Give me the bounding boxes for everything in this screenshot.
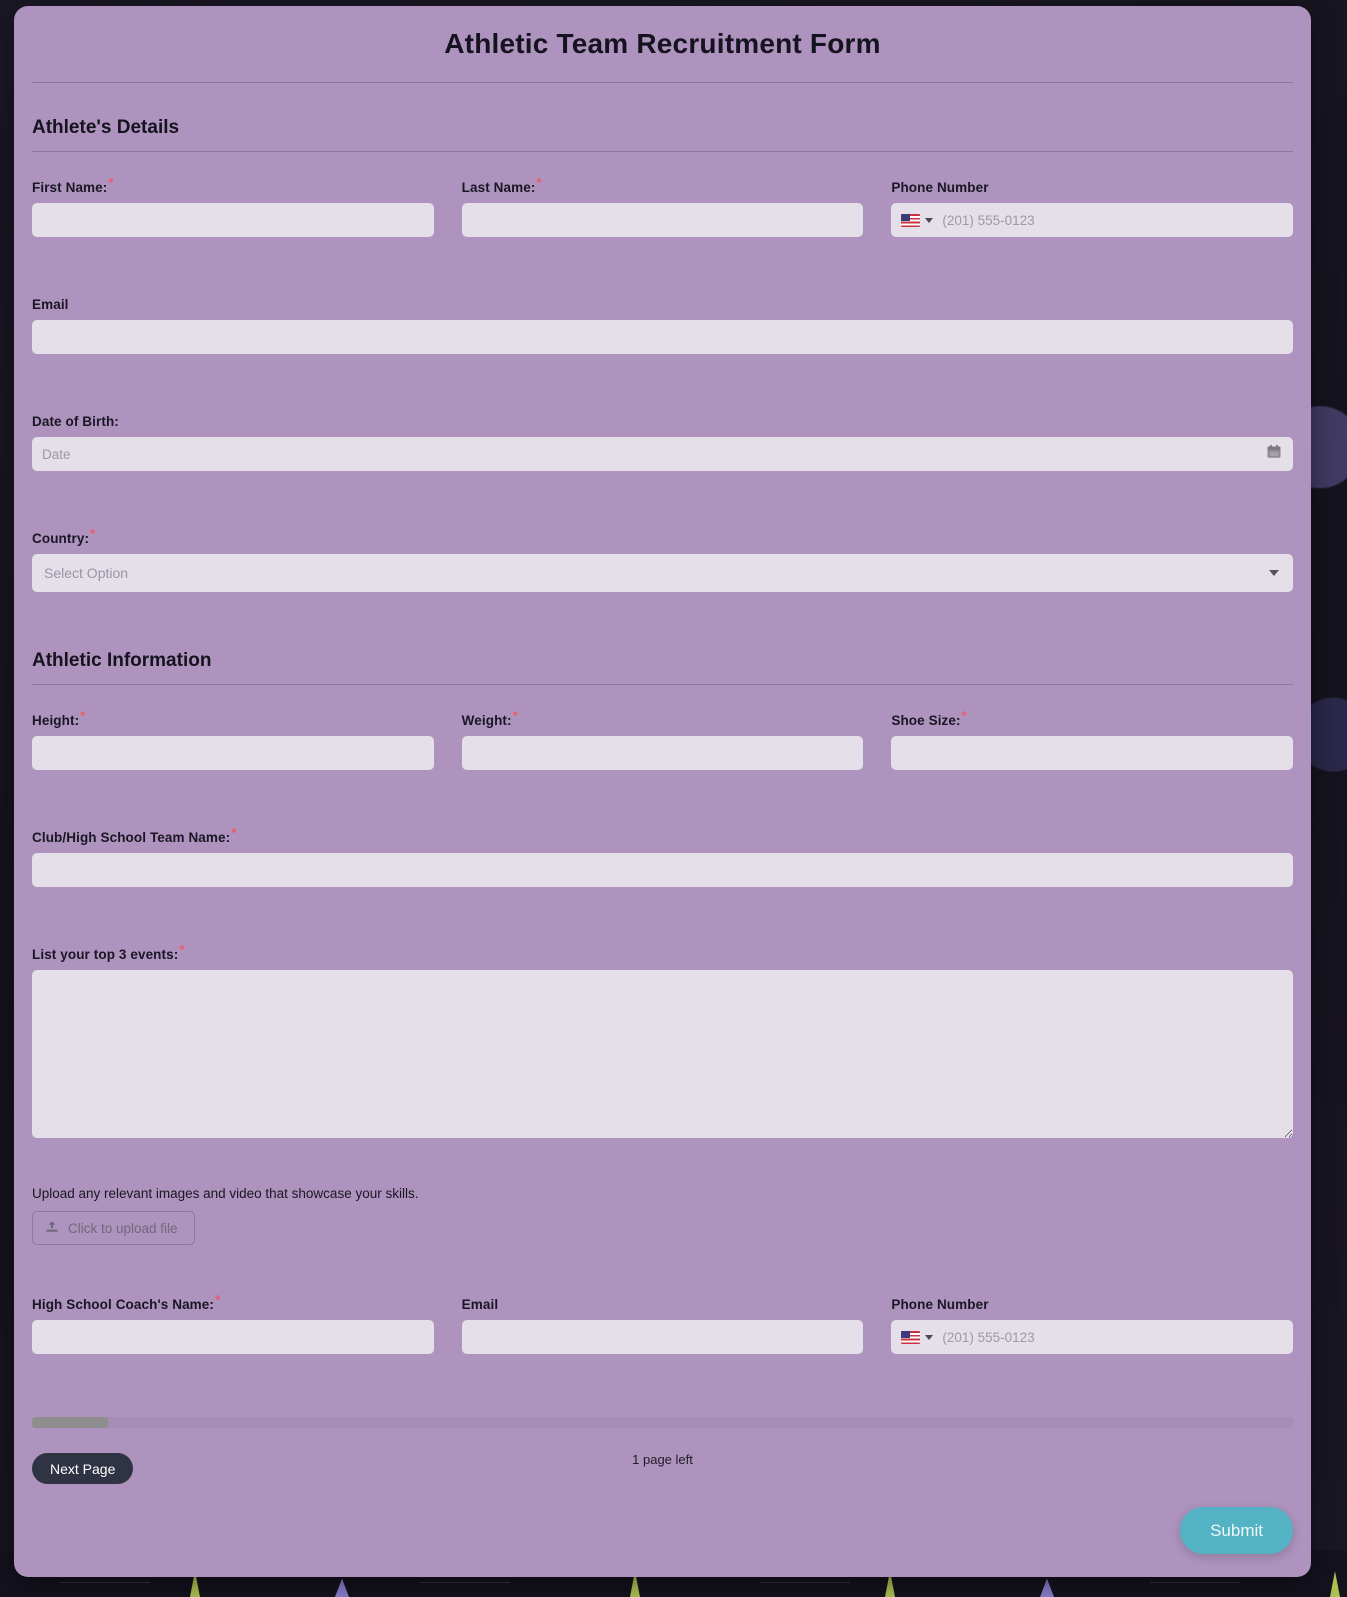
required-asterisk: *	[80, 707, 86, 723]
email-input[interactable]	[32, 320, 1293, 354]
upload-icon	[45, 1220, 59, 1237]
team-name-label: Club/High School Team Name:*	[32, 826, 1293, 846]
field-date-of-birth: Date of Birth:	[32, 414, 1293, 471]
team-name-input[interactable]	[32, 853, 1293, 887]
required-asterisk: *	[512, 707, 518, 723]
field-coach-email: Email	[461, 1297, 864, 1354]
country-selected-value: Select Option	[44, 565, 129, 581]
coach-phone-placeholder: (201) 555-0123	[942, 1329, 1035, 1345]
field-coach-phone: Phone Number (201) 555-0123	[891, 1297, 1294, 1354]
chevron-down-icon[interactable]	[925, 1334, 934, 1340]
chevron-down-icon[interactable]	[925, 217, 934, 223]
field-top-events: List your top 3 events:*	[32, 943, 1293, 1138]
upload-button-label: Click to upload file	[68, 1220, 178, 1236]
last-name-input[interactable]	[461, 203, 864, 237]
coach-phone-input[interactable]: (201) 555-0123	[891, 1320, 1294, 1354]
page-title: Athletic Team Recruitment Form	[444, 28, 881, 59]
row-country: Country:* Select Option	[32, 527, 1293, 592]
required-asterisk: *	[90, 525, 96, 541]
upload-instruction-text: Upload any relevant images and video tha…	[32, 1186, 419, 1201]
height-label-text: Height:	[32, 713, 80, 728]
section-divider-athletic-information	[32, 684, 1293, 685]
date-of-birth-input[interactable]	[32, 437, 1293, 471]
next-page-button[interactable]: Next Page	[32, 1453, 134, 1484]
field-height: Height:*	[32, 709, 434, 770]
row-date-of-birth: Date of Birth:	[32, 414, 1293, 471]
shoe-size-label: Shoe Size:*	[891, 709, 1293, 729]
field-team-name: Club/High School Team Name:*	[32, 826, 1293, 887]
first-name-label-text: First Name:	[32, 180, 108, 195]
progress-bar-fill	[32, 1417, 108, 1428]
weight-label: Weight:*	[461, 709, 864, 729]
coach-name-label: High School Coach's Name:*	[32, 1293, 434, 1313]
required-asterisk: *	[215, 1291, 221, 1307]
us-flag-icon	[901, 1330, 921, 1344]
field-phone-number: Phone Number (201) 555-0123	[891, 180, 1294, 237]
height-label: Height:*	[32, 709, 434, 729]
field-weight: Weight:*	[461, 709, 864, 770]
row-name-phone: First Name:* Last Name:* Phone Number (2…	[32, 176, 1294, 237]
team-name-label-text: Club/High School Team Name:	[32, 830, 231, 845]
last-name-label: Last Name:*	[461, 176, 864, 196]
form-panel: Athletic Team Recruitment Form Athlete's…	[14, 6, 1311, 1577]
required-asterisk: *	[108, 174, 114, 190]
phone-number-input[interactable]: (201) 555-0123	[891, 203, 1294, 237]
last-name-label-text: Last Name:	[461, 180, 536, 195]
form-footer: 1 page left Next Page Submit	[14, 1409, 1311, 1577]
progress-bar	[32, 1417, 1293, 1428]
coach-email-label: Email	[461, 1297, 499, 1312]
coach-email-input[interactable]	[461, 1320, 864, 1354]
coach-name-input[interactable]	[32, 1320, 434, 1354]
required-asterisk: *	[231, 824, 237, 840]
shoe-size-input[interactable]	[891, 736, 1294, 770]
required-asterisk: *	[961, 707, 967, 723]
first-name-input[interactable]	[32, 203, 434, 237]
submit-button[interactable]: Submit	[1180, 1507, 1293, 1554]
row-measurements: Height:* Weight:* Shoe Size:*	[32, 709, 1294, 770]
field-coach-name: High School Coach's Name:*	[32, 1293, 434, 1354]
field-email: Email	[32, 297, 1293, 354]
country-select[interactable]: Select Option	[32, 554, 1293, 592]
field-first-name: First Name:*	[32, 176, 434, 237]
row-team-name: Club/High School Team Name:*	[32, 826, 1293, 887]
phone-number-label: Phone Number	[891, 180, 989, 195]
top-events-label: List your top 3 events:*	[32, 943, 1293, 963]
country-label-text: Country:	[32, 531, 90, 546]
required-asterisk: *	[536, 174, 542, 190]
field-shoe-size: Shoe Size:*	[891, 709, 1294, 770]
field-file-upload: Upload any relevant images and video tha…	[32, 1186, 1293, 1245]
chevron-down-icon[interactable]	[1269, 570, 1279, 576]
row-top-events: List your top 3 events:*	[32, 943, 1293, 1138]
row-upload: Upload any relevant images and video tha…	[32, 1186, 1293, 1245]
field-last-name: Last Name:*	[461, 176, 864, 237]
field-country: Country:* Select Option	[32, 527, 1293, 592]
top-events-label-text: List your top 3 events:	[32, 947, 179, 962]
upload-file-button[interactable]: Click to upload file	[32, 1211, 195, 1245]
row-coach: High School Coach's Name:* Email Phone N…	[32, 1293, 1294, 1354]
required-asterisk: *	[179, 941, 185, 957]
weight-input[interactable]	[461, 736, 864, 770]
country-label: Country:*	[32, 527, 1293, 547]
email-label: Email	[32, 297, 69, 312]
us-flag-icon	[901, 213, 921, 227]
top-events-textarea[interactable]	[32, 970, 1293, 1138]
section-heading-athletic-information: Athletic Information	[32, 650, 212, 671]
first-name-label: First Name:*	[32, 176, 434, 196]
section-heading-athlete-details: Athlete's Details	[32, 117, 180, 138]
coach-phone-label: Phone Number	[891, 1297, 989, 1312]
row-email: Email	[32, 297, 1293, 354]
pages-left-text: 1 page left	[632, 1452, 693, 1467]
shoe-size-label-text: Shoe Size:	[891, 713, 961, 728]
date-of-birth-label: Date of Birth:	[32, 414, 119, 429]
height-input[interactable]	[32, 736, 434, 770]
phone-placeholder: (201) 555-0123	[942, 212, 1035, 228]
title-divider	[32, 82, 1293, 83]
weight-label-text: Weight:	[461, 713, 512, 728]
coach-name-label-text: High School Coach's Name:	[32, 1297, 214, 1312]
section-divider-athlete-details	[32, 151, 1293, 152]
